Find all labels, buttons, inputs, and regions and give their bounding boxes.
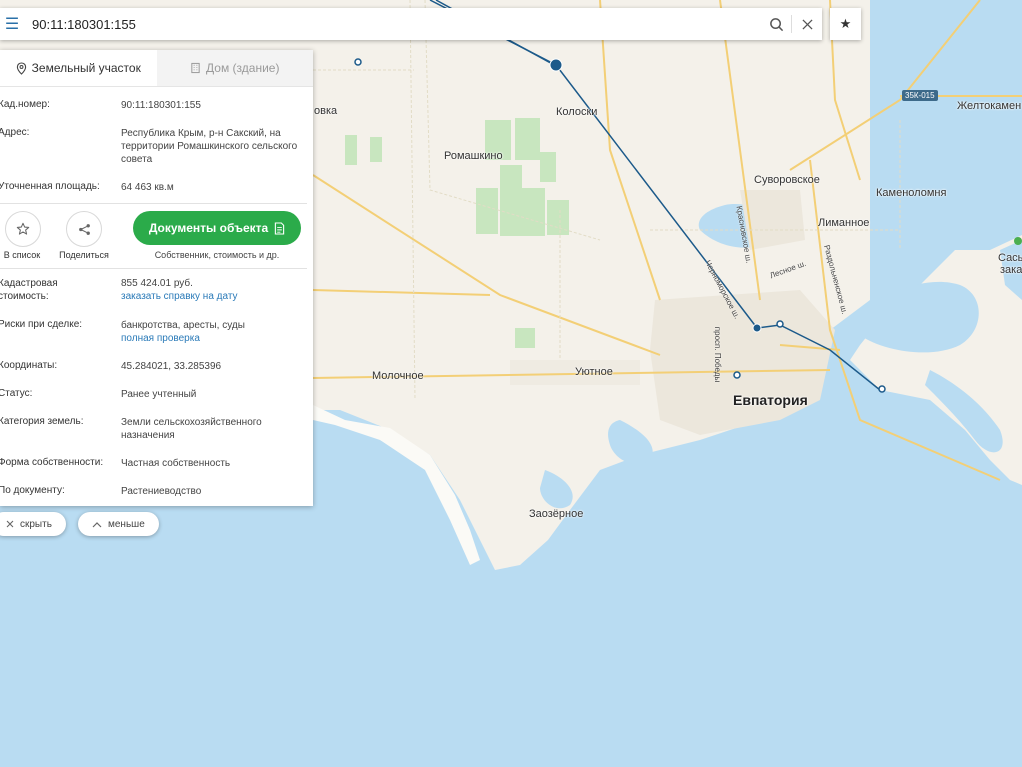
field-label: Категория земель: — [0, 416, 84, 427]
field-label: Кад.номер: — [0, 99, 50, 110]
road-label: просп. Победы — [713, 326, 723, 383]
field-value: Растениеводство — [121, 486, 202, 497]
tab-building[interactable]: Дом (здание) — [156, 50, 313, 86]
share-label: Поделиться — [59, 250, 109, 260]
field-label: Форма собственности: — [0, 457, 104, 468]
location-pin-icon — [16, 61, 26, 75]
place-label: Уютное — [575, 366, 613, 378]
field-value: банкротства, аресты, суды полная проверк… — [121, 319, 301, 345]
field-label: Кадастровая стоимость: — [0, 278, 58, 302]
place-label: Желтокамен — [957, 100, 1022, 112]
chevron-up-icon — [92, 521, 102, 527]
add-to-list-button[interactable] — [5, 211, 41, 247]
road-shield: 35К-015 — [902, 90, 938, 101]
collapse-panel-label: меньше — [108, 518, 145, 530]
full-check-link[interactable]: полная проверка — [121, 333, 200, 344]
share-icon — [78, 223, 90, 235]
place-label: овка — [314, 105, 338, 117]
field-value: 45.284021, 33.285396 — [121, 361, 222, 372]
document-icon — [275, 221, 285, 235]
field-label: Адрес: — [0, 127, 30, 138]
hide-panel-label: скрыть — [20, 518, 52, 530]
place-label: зака — [1000, 264, 1022, 276]
info-panel: Земельный участок Дом (здание) Кад.номер… — [0, 50, 313, 506]
close-icon — [6, 520, 14, 528]
building-icon — [191, 62, 200, 74]
place-label: Суворовское — [754, 174, 820, 186]
place-label-city: Евпатория — [733, 392, 808, 408]
field-value: 64 463 кв.м — [121, 182, 174, 193]
divider — [0, 203, 307, 204]
tab-building-label: Дом (здание) — [206, 61, 280, 75]
favorites-star-icon[interactable]: ★ — [830, 8, 861, 40]
add-to-list-label: В список — [3, 250, 41, 260]
place-label: Ромашкино — [444, 150, 503, 162]
documents-subtitle: Собственник, стоимость и др. — [154, 250, 280, 260]
collapse-panel-button[interactable]: меньше — [78, 512, 159, 536]
risks-text: банкротства, аресты, суды — [121, 320, 245, 331]
field-value: Республика Крым, р-н Сакский, на террито… — [121, 128, 298, 165]
tab-land-plot-label: Земельный участок — [31, 61, 141, 75]
field-label: Риски при сделке: — [0, 319, 83, 330]
field-label: Статус: — [0, 388, 33, 399]
star-outline-icon — [16, 222, 30, 235]
cadastral-number-link[interactable]: 90:11:180301:155 — [121, 99, 301, 112]
cadastral-value-text: 855 424.01 руб. — [121, 278, 193, 289]
panel-tabs: Земельный участок Дом (здание) — [0, 50, 313, 87]
field-label: Координаты: — [0, 360, 58, 371]
place-label: Колоски — [556, 106, 598, 118]
menu-icon[interactable]: ☰ — [0, 8, 24, 40]
place-label: Лиманное — [818, 217, 870, 229]
place-label: Молочное — [372, 370, 424, 382]
order-certificate-link[interactable]: заказать справку на дату — [121, 291, 238, 302]
tab-land-plot[interactable]: Земельный участок — [0, 50, 157, 86]
place-label: Каменоломня — [876, 187, 947, 199]
search-input[interactable] — [24, 9, 761, 39]
documents-button[interactable]: Документы объекта — [133, 211, 301, 245]
field-value: Земли сельскохозяйственного назначения — [121, 417, 262, 441]
clear-icon[interactable] — [792, 8, 822, 40]
divider — [0, 268, 307, 269]
search-bar: ☰ — [0, 8, 822, 40]
documents-button-label: Документы объекта — [148, 221, 269, 235]
field-value: 855 424.01 руб. заказать справку на дату — [121, 277, 301, 303]
field-label: По документу: — [0, 485, 65, 496]
share-button[interactable] — [66, 211, 102, 247]
hide-panel-button[interactable]: скрыть — [0, 512, 66, 536]
field-label: Уточненная площадь: — [0, 181, 100, 192]
place-label: Сасы — [998, 252, 1022, 264]
search-icon[interactable] — [761, 8, 791, 40]
field-value: Ранее учтенный — [121, 389, 197, 400]
field-value: Частная собственность — [121, 458, 231, 469]
place-label: Заозёрное — [529, 508, 584, 520]
